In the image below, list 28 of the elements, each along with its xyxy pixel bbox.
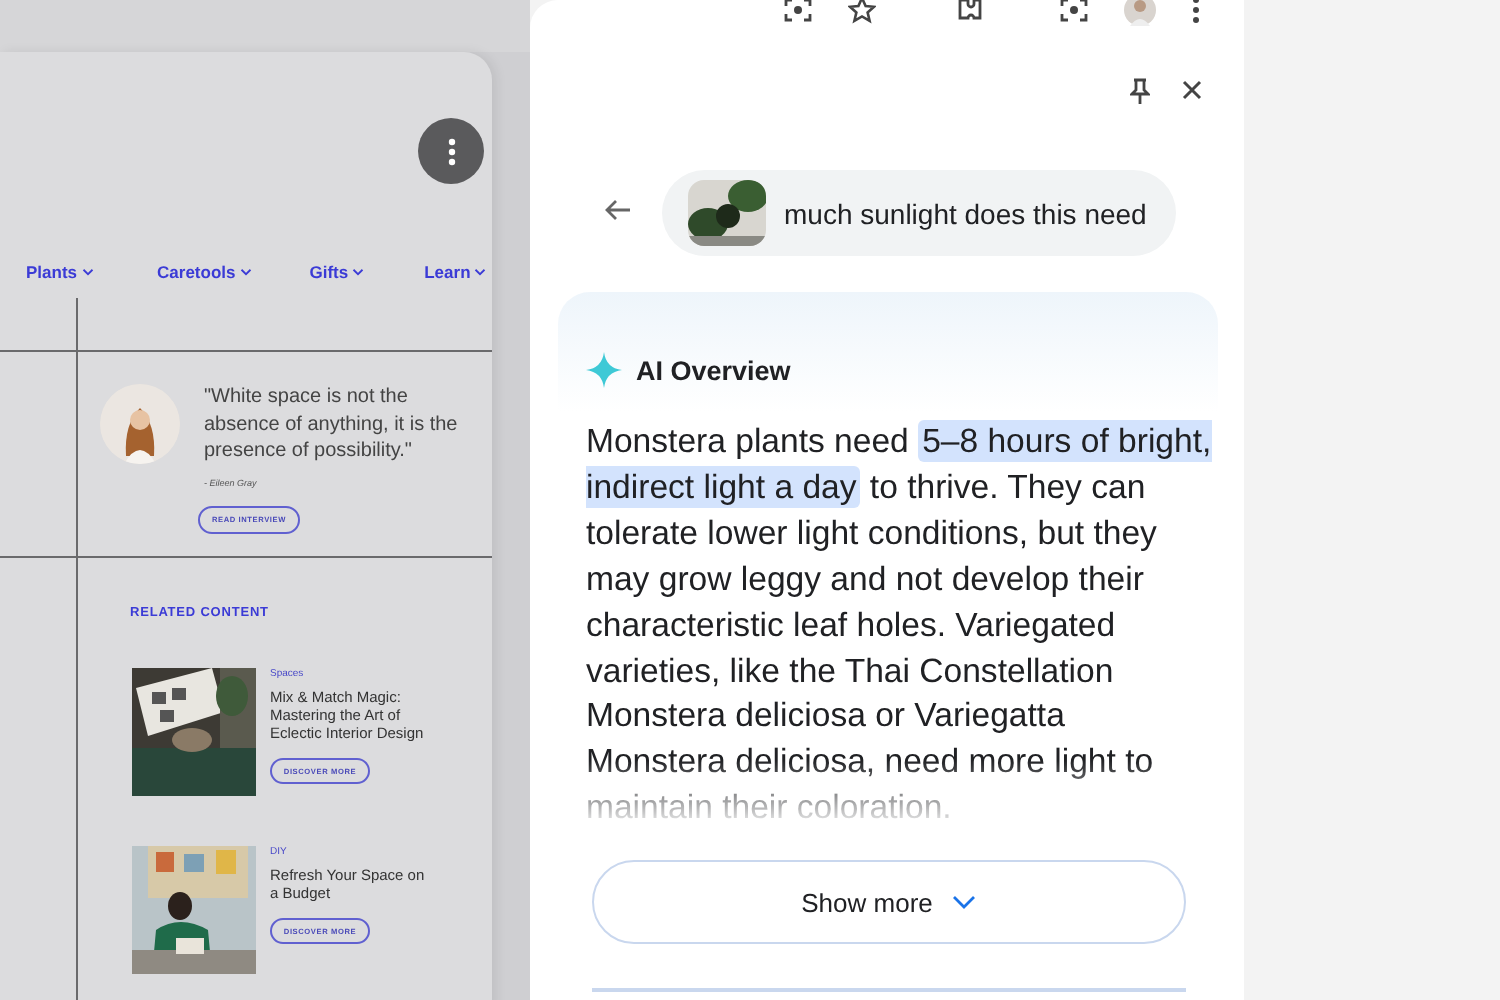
lens-icon[interactable]	[784, 0, 812, 24]
nav-link[interactable]: Plants	[26, 262, 94, 282]
quote-text: "White space is not the absence of anything, it is the presence of possibility."	[204, 384, 460, 465]
pin-icon[interactable]	[1130, 78, 1150, 106]
close-icon	[1180, 78, 1204, 102]
chevron-down-icon	[352, 268, 365, 276]
search-field[interactable]: much sunlight does this need	[662, 170, 1176, 256]
overview-title: AI Overview	[636, 355, 791, 385]
chevron-down-icon	[239, 268, 252, 276]
nav-link[interactable]: Learn	[424, 262, 487, 282]
chevron-down-icon	[952, 894, 977, 910]
back-button[interactable]	[604, 198, 632, 222]
close-button[interactable]	[1180, 78, 1204, 102]
lens-icon[interactable]	[1060, 0, 1088, 24]
search-query: much sunlight does this need	[784, 197, 1147, 229]
extensions-icon[interactable]	[956, 0, 984, 24]
more-icon[interactable]	[1192, 0, 1200, 24]
back-arrow-icon	[604, 198, 632, 222]
profile-avatar[interactable]	[1124, 0, 1156, 26]
chevron-down-icon	[81, 268, 94, 276]
sparkle-icon	[586, 352, 622, 388]
more-icon	[447, 137, 455, 165]
nav-link[interactable]: Caretools	[157, 262, 252, 282]
star-icon[interactable]	[848, 0, 876, 24]
chevron-down-icon	[474, 268, 487, 276]
nav-link[interactable]: Gifts	[309, 262, 365, 282]
overview-text: Monstera plants need 5–8 hours of bright, indirect light a day to thrive. They can tolerate lower light conditions, but they may grow leggy and not develop their characteristic leaf holes. Variegated varieties, like the Thai Constellation Monstera deliciosa or Variegatta Monstera deliciosa, need more light to maintain their coloration.	[586, 420, 1214, 824]
show-more-button[interactable]: Show more	[592, 860, 1186, 944]
